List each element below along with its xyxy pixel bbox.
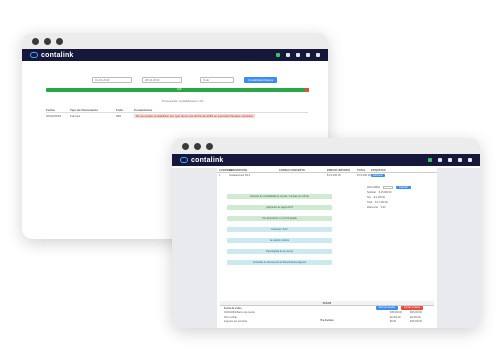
- apps-icon[interactable]: [306, 53, 310, 57]
- cell-debe: $15,000.00: [390, 311, 402, 315]
- apply-label: APLICABLE: [367, 186, 381, 189]
- status-pill[interactable]: Pre-facturación / ver 6/13 detalle: [227, 216, 332, 221]
- th-folio: Folio: [116, 107, 124, 112]
- status-pill[interactable]: Facturas / 6/13: [227, 227, 332, 232]
- invoice-panel: CANTIDAD DESCRIPCIÓN CODIGO CONCEPTO PRE…: [217, 168, 437, 328]
- mass-accounting-button[interactable]: Contabilidad Masiva: [244, 77, 278, 83]
- brand-name: contalink: [41, 51, 74, 59]
- window-dot-maximize[interactable]: [56, 37, 63, 45]
- window-dot-close[interactable]: [32, 37, 39, 45]
- status-pill[interactable]: Consultar de Documento de Beneficiarios …: [227, 260, 332, 265]
- app-navbar: contalink: [172, 154, 480, 166]
- status-pill[interactable]: La relación cobros: [227, 238, 332, 243]
- cell-concepto: 15/02/2019 Banco de cuenta: [224, 311, 255, 315]
- nav-icons: [428, 158, 472, 162]
- cloud-logo-icon: [180, 157, 188, 163]
- stage: contalink 01-02-2019 28-02-2019 Todo Con…: [0, 0, 500, 360]
- cell-precio: $ 15,000.00: [327, 174, 341, 177]
- pending-row: Diferencia 0.00: [367, 205, 437, 210]
- iva-label: IVA: [367, 196, 371, 199]
- th-cantidad: CANTIDAD: [219, 168, 233, 172]
- user-icon[interactable]: [448, 158, 452, 162]
- th-tipo: Tipo de Documento: [70, 107, 98, 112]
- iva-value: $ 2,400.00: [373, 196, 385, 199]
- th-precio: PRECIO UNITARIO: [327, 168, 351, 172]
- window-dot-maximize[interactable]: [206, 142, 213, 150]
- app-navbar: contalink: [22, 49, 328, 61]
- cell-fecha: 20/02/2019: [46, 114, 62, 118]
- brand-logo[interactable]: contalink: [180, 157, 224, 164]
- subtotal-label: Subtotal: [367, 191, 376, 194]
- cell-haber: $15,000.00: [410, 311, 422, 315]
- results-table: Fecha Tipo de Documento Folio Comentario…: [46, 107, 308, 119]
- close-window-button[interactable]: Cerrar ventana: [401, 305, 423, 310]
- folder-icon[interactable]: [438, 158, 442, 162]
- cell-tipo: Factura: [70, 114, 81, 118]
- th-codigo: CODIGO CONCEPTO: [279, 168, 305, 172]
- date-to-input[interactable]: 28-02-2019: [142, 77, 182, 83]
- th-descripcion: DESCRIPCIÓN: [229, 168, 248, 172]
- date-from-input[interactable]: 01-02-2019: [92, 77, 132, 83]
- action-buttons: Abrir proveedor Cerrar ventana: [375, 305, 423, 310]
- user-icon[interactable]: [296, 53, 300, 57]
- subtotal-value: $ 15,000.00: [378, 191, 392, 194]
- window-chrome: [172, 138, 480, 154]
- th-fecha-cobro: Fecha de cobro: [224, 306, 242, 310]
- window-dot-minimize[interactable]: [44, 37, 51, 45]
- footer-label: Pre-Factura: [320, 319, 334, 322]
- folder-icon[interactable]: [286, 53, 290, 57]
- apply-input[interactable]: [383, 185, 394, 190]
- apps-icon[interactable]: [458, 158, 462, 162]
- totals-panel: APLICABLE Guardar Subtotal $ 15,000.00 I…: [367, 185, 437, 210]
- th-fecha: Fecha: [46, 107, 55, 112]
- th-etiquetas: ETIQUETAS: [371, 168, 386, 172]
- brand-logo[interactable]: contalink: [30, 52, 74, 59]
- cloud-logo-icon: [30, 52, 38, 58]
- processing-status: Procesando contabilización 1/1: [162, 99, 204, 103]
- cell-total: $ 15,000.00: [357, 174, 371, 177]
- open-provider-button[interactable]: Abrir proveedor: [375, 305, 399, 310]
- total-value: $ 17,400.00: [375, 201, 388, 204]
- download-icon[interactable]: [276, 53, 280, 57]
- progress-bar: 100: [46, 88, 309, 92]
- download-icon[interactable]: [428, 158, 432, 162]
- th-total: TOTAL: [357, 168, 366, 172]
- save-button[interactable]: Guardar: [396, 186, 411, 189]
- cell-cantidad: 1: [219, 174, 221, 177]
- pending-value: 0.00: [380, 206, 386, 209]
- brand-name: contalink: [191, 156, 224, 164]
- total-label: Total: [367, 201, 373, 204]
- cell-comentario: No se puede contabilizar por que tiene u…: [134, 114, 255, 118]
- pending-label: Diferencia: [367, 206, 378, 209]
- back-content: 01-02-2019 28-02-2019 Todo Contabilidad …: [22, 61, 328, 125]
- cell-descripcion: Instalaciones 6/13: [229, 174, 250, 177]
- gear-icon[interactable]: [316, 53, 320, 57]
- window-dot-minimize[interactable]: [194, 142, 201, 150]
- nav-icons: [276, 53, 320, 57]
- status-pills: Asientos de contabilidad de ventas / cue…: [227, 194, 332, 271]
- cell-folio: 950: [116, 114, 122, 118]
- type-select[interactable]: Todo: [200, 77, 234, 83]
- status-pill[interactable]: Aplicación de pagos 6/13: [227, 205, 332, 210]
- status-pill[interactable]: Asientos de contabilidad de ventas / cue…: [227, 194, 332, 199]
- window-dot-close[interactable]: [182, 142, 189, 150]
- table-row[interactable]: 1 Instalaciones 6/13 $ 15,000.00 $ 15,00…: [217, 173, 437, 178]
- table-row[interactable]: 20/02/2019 Factura 950 No se puede conta…: [46, 113, 308, 119]
- window-chrome: [22, 33, 328, 49]
- filter-row: 01-02-2019 28-02-2019 Todo Contabilidad …: [92, 77, 318, 83]
- th-comentarios: Comentarios: [134, 107, 153, 112]
- tag-badge[interactable]: Facturar: [371, 174, 385, 177]
- close-progress-icon[interactable]: [305, 88, 309, 92]
- progress-label: 100: [177, 88, 182, 91]
- front-window: contalink CANTIDAD DESCRIPCIÓN CODIGO CO…: [172, 138, 480, 328]
- status-pill[interactable]: Descargada de la cuenta: [227, 249, 332, 254]
- gear-icon[interactable]: [468, 158, 472, 162]
